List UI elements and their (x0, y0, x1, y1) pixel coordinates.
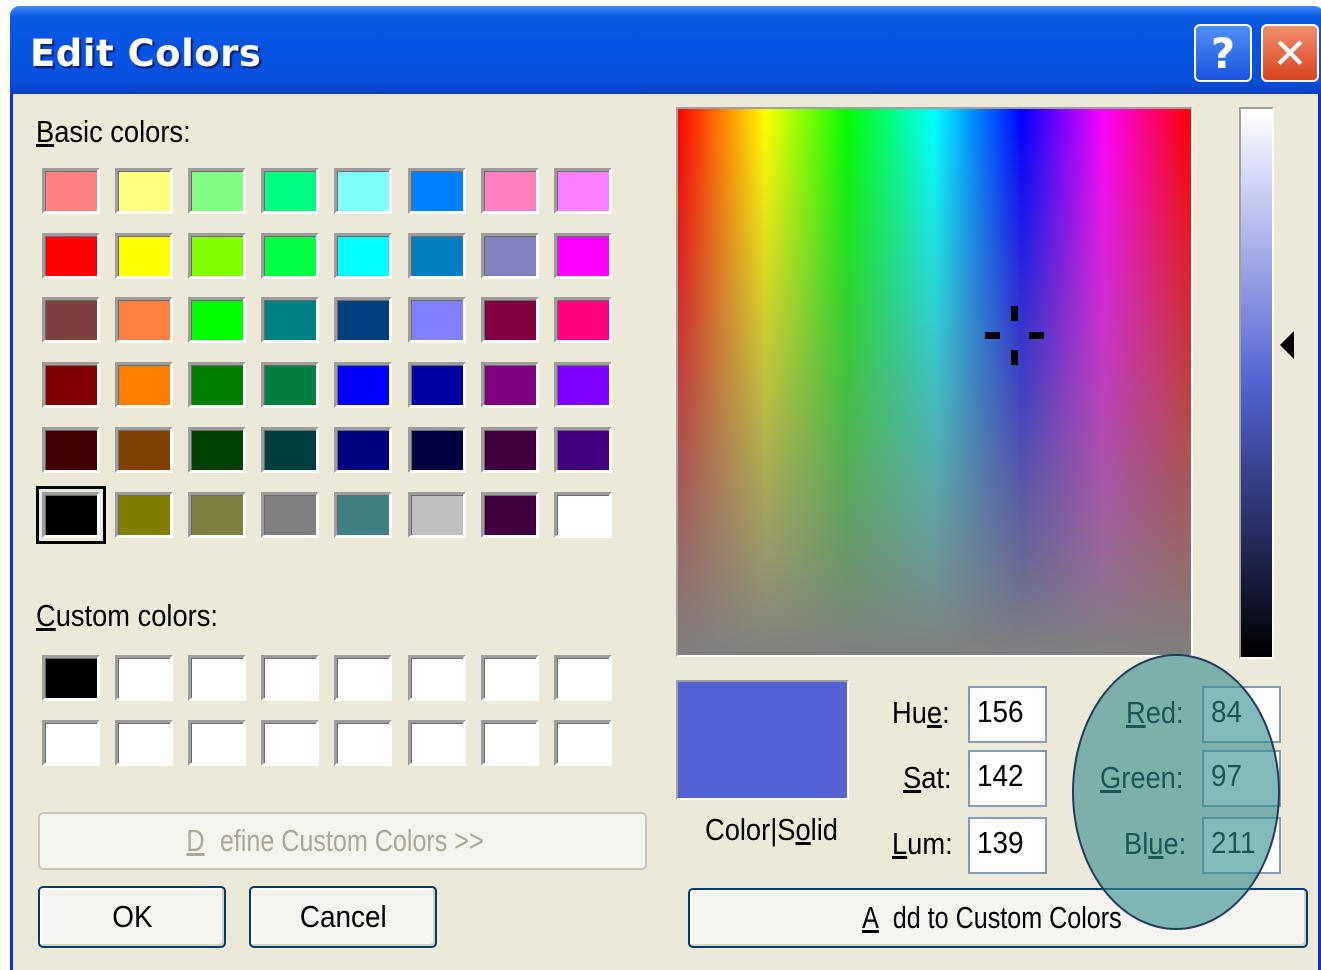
color-swatch[interactable] (334, 427, 392, 473)
color-swatch[interactable] (334, 655, 392, 701)
help-icon: ? (1210, 28, 1236, 78)
blue-field[interactable]: 211 (1202, 817, 1281, 874)
color-swatch[interactable] (481, 427, 539, 473)
color-swatch[interactable] (115, 720, 173, 766)
color-swatch[interactable] (481, 720, 539, 766)
color-swatch[interactable] (554, 427, 612, 473)
sat-label: Sat: (903, 760, 952, 795)
color-swatch[interactable] (188, 297, 246, 343)
color-swatch[interactable] (334, 297, 392, 343)
color-swatch[interactable] (554, 720, 612, 766)
hue-label: Hue: (892, 695, 950, 730)
color-swatch[interactable] (554, 168, 612, 214)
color-swatch[interactable] (481, 492, 539, 538)
luminance-bar[interactable] (1239, 107, 1274, 659)
color-swatch[interactable] (334, 168, 392, 214)
color-swatch[interactable] (188, 168, 246, 214)
color-swatch[interactable] (115, 427, 173, 473)
color-swatch[interactable] (188, 720, 246, 766)
custom-colors-label: Custom colors: (36, 598, 218, 633)
color-swatch[interactable] (261, 233, 319, 279)
cancel-button[interactable]: Cancel (249, 886, 437, 948)
basic-colors-label: Basic colors: (36, 114, 191, 149)
title-bar[interactable]: Edit Colors ? ✕ (10, 6, 1321, 94)
lum-label: Lum: (892, 826, 953, 861)
color-swatch[interactable] (261, 492, 319, 538)
crosshair-icon (985, 306, 1045, 366)
green-label: Green: (1100, 760, 1184, 795)
color-swatch[interactable] (42, 297, 100, 343)
color-swatch[interactable] (481, 655, 539, 701)
color-swatch[interactable] (115, 362, 173, 408)
color-swatch[interactable] (115, 297, 173, 343)
color-swatch[interactable] (408, 168, 466, 214)
color-swatch[interactable] (554, 233, 612, 279)
color-swatch[interactable] (188, 655, 246, 701)
color-swatch[interactable] (261, 168, 319, 214)
color-swatch[interactable] (115, 492, 173, 538)
color-swatch[interactable] (481, 297, 539, 343)
add-to-custom-colors-button[interactable]: Add to Custom Colors (688, 888, 1308, 948)
define-custom-colors-button[interactable]: Define Custom Colors >> (38, 812, 647, 870)
color-solid-label: Color|Solid (705, 812, 838, 847)
color-swatch[interactable] (481, 168, 539, 214)
color-swatch[interactable] (188, 427, 246, 473)
color-swatch[interactable] (408, 233, 466, 279)
hue-field[interactable]: 156 (968, 686, 1047, 743)
color-swatch[interactable] (261, 720, 319, 766)
color-swatch[interactable] (408, 362, 466, 408)
color-swatch[interactable] (334, 233, 392, 279)
color-swatch[interactable] (408, 655, 466, 701)
color-swatch[interactable] (42, 362, 100, 408)
color-swatch[interactable] (261, 655, 319, 701)
color-swatch[interactable] (408, 720, 466, 766)
color-swatch[interactable] (42, 233, 100, 279)
color-swatch[interactable] (554, 492, 612, 538)
close-button[interactable]: ✕ (1261, 24, 1319, 82)
help-button[interactable]: ? (1194, 24, 1252, 82)
green-field[interactable]: 97 (1202, 750, 1281, 807)
color-swatch[interactable] (42, 720, 100, 766)
luminance-arrow-icon[interactable] (1280, 331, 1294, 359)
color-swatch[interactable] (554, 297, 612, 343)
color-swatch[interactable] (261, 362, 319, 408)
ok-button[interactable]: OK (38, 886, 226, 948)
color-swatch[interactable] (36, 486, 106, 544)
color-swatch[interactable] (334, 720, 392, 766)
color-swatch[interactable] (115, 233, 173, 279)
color-swatch[interactable] (481, 233, 539, 279)
color-swatch[interactable] (554, 655, 612, 701)
color-swatch[interactable] (188, 492, 246, 538)
color-swatch[interactable] (554, 362, 612, 408)
close-icon: ✕ (1272, 28, 1308, 78)
color-swatch[interactable] (188, 233, 246, 279)
color-swatch[interactable] (115, 168, 173, 214)
color-swatch[interactable] (261, 297, 319, 343)
lum-field[interactable]: 139 (968, 817, 1047, 874)
color-swatch[interactable] (115, 655, 173, 701)
dialog-title: Edit Colors (30, 32, 262, 75)
color-swatch[interactable] (481, 362, 539, 408)
color-swatch[interactable] (334, 492, 392, 538)
color-swatch[interactable] (408, 297, 466, 343)
sat-field[interactable]: 142 (968, 750, 1047, 807)
blue-label: Blue: (1124, 826, 1187, 861)
red-field[interactable]: 84 (1202, 686, 1281, 743)
color-preview (676, 680, 849, 800)
color-swatch[interactable] (261, 427, 319, 473)
color-spectrum[interactable] (676, 107, 1193, 657)
color-swatch[interactable] (408, 492, 466, 538)
color-swatch[interactable] (42, 168, 100, 214)
color-swatch[interactable] (42, 427, 100, 473)
red-label: Red: (1126, 695, 1184, 730)
color-swatch[interactable] (188, 362, 246, 408)
color-swatch[interactable] (408, 427, 466, 473)
color-swatch[interactable] (334, 362, 392, 408)
color-swatch[interactable] (42, 655, 100, 701)
